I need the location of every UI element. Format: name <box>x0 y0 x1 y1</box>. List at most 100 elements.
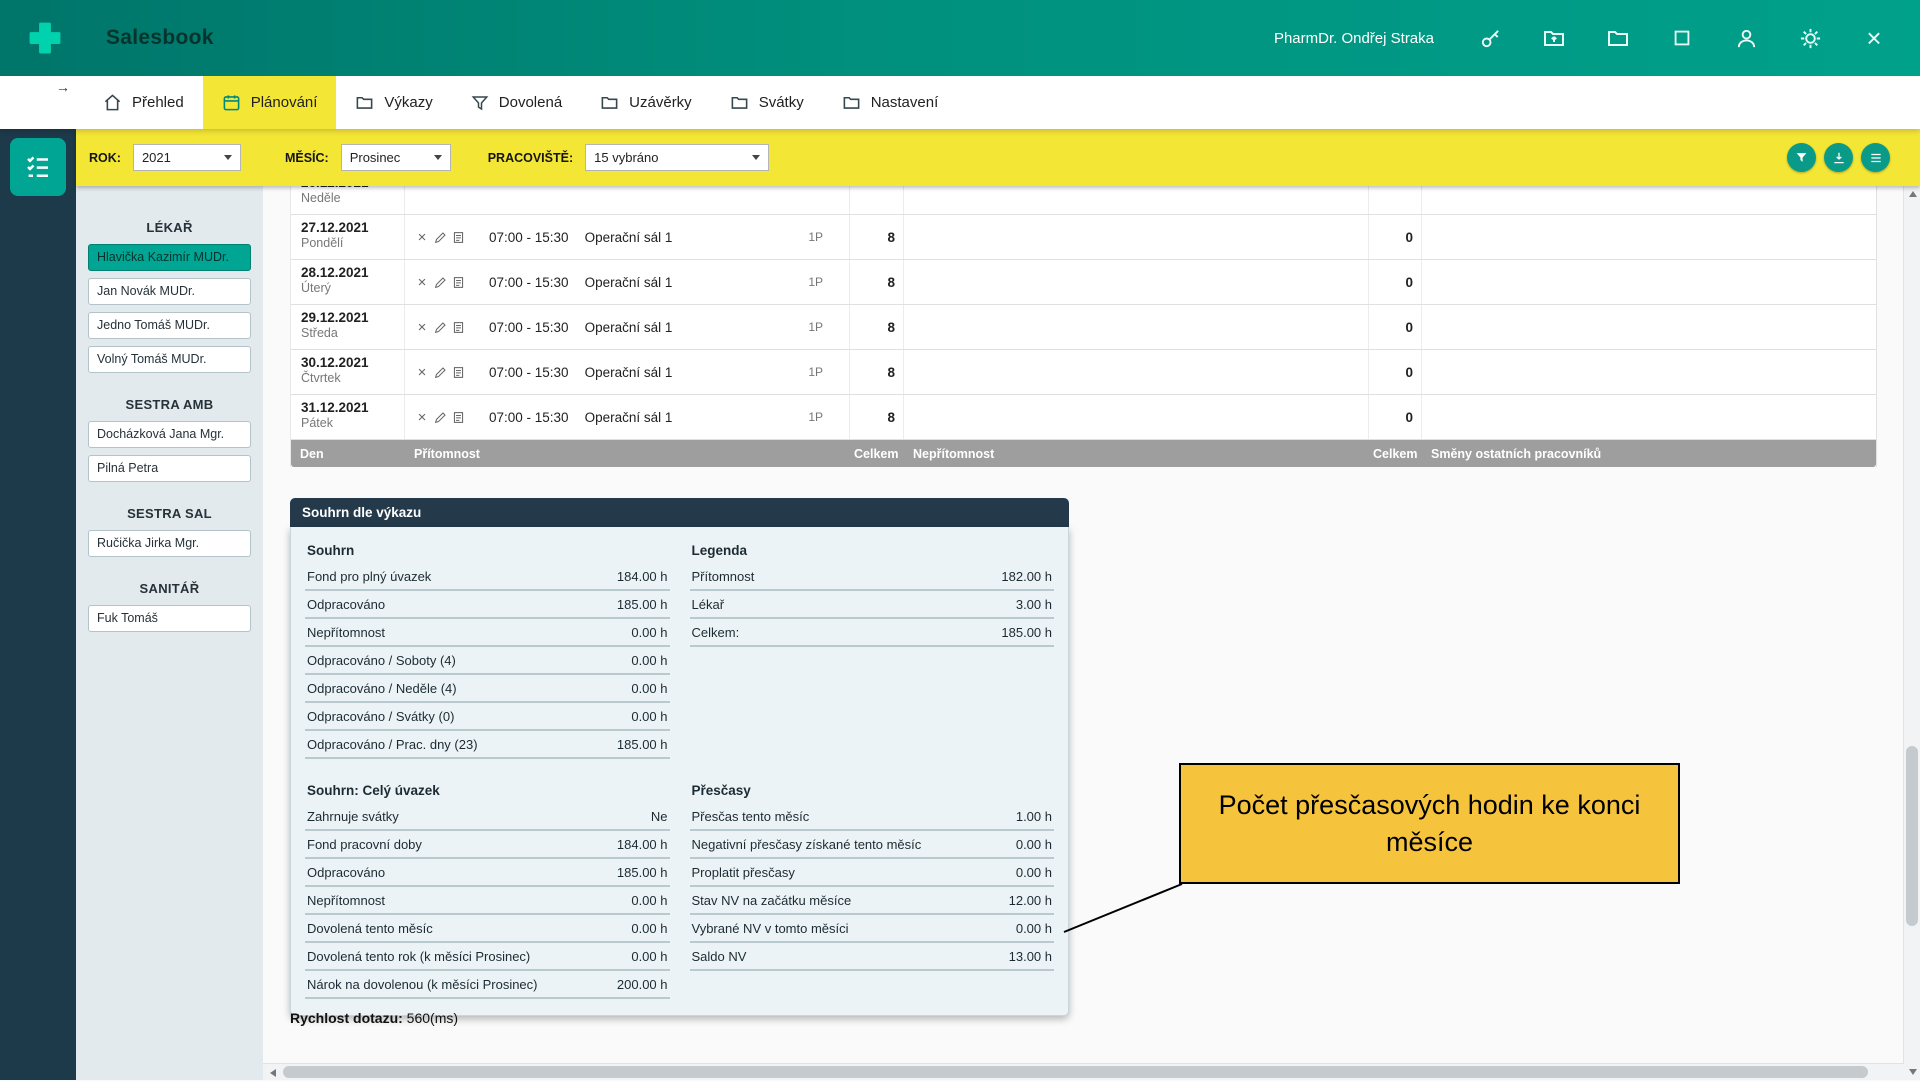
row-day: Pondělí <box>301 236 404 250</box>
key-icon[interactable] <box>1476 24 1504 52</box>
present-total: 8 <box>850 350 904 394</box>
note-icon[interactable] <box>449 411 467 424</box>
summary-row: Nepřítomnost0.00 h <box>305 619 670 647</box>
sidebar-item-person[interactable]: Volný Tomáš MUDr. <box>88 346 251 373</box>
delete-icon[interactable]: × <box>413 274 431 291</box>
column-header: Celkem <box>1369 447 1422 461</box>
folder-icon[interactable] <box>1604 24 1632 52</box>
filter-bar: ROK: 2021 MĚSÍC: Prosinec PRACOVIŠTĚ: 15… <box>76 129 1920 186</box>
table-footer-header: Den Přítomnost Celkem Nepřítomnost Celke… <box>291 440 1876 467</box>
filterbar-buttons <box>1787 143 1890 172</box>
summary-row: Celkem:185.00 h <box>690 619 1055 647</box>
group-header: LÉKAŘ <box>76 220 263 235</box>
note-icon[interactable] <box>449 366 467 379</box>
summary-row: Fond pro plný úvazek184.00 h <box>305 563 670 591</box>
menu-button[interactable] <box>1861 143 1890 172</box>
sidebar-item-person[interactable]: Fuk Tomáš <box>88 605 251 632</box>
summary-row: Dovolená tento měsíc0.00 h <box>305 915 670 943</box>
year-label: ROK: <box>89 151 121 165</box>
shift-tag: 1P <box>808 365 823 379</box>
tab-svatky[interactable]: Svátky <box>711 76 823 129</box>
summary-row: Stav NV na začátku měsíce12.00 h <box>690 887 1055 915</box>
shift-tag: 1P <box>808 410 823 424</box>
tab-dovolena[interactable]: Dovolená <box>452 76 581 129</box>
note-icon[interactable] <box>449 231 467 244</box>
month-select[interactable]: Prosinec <box>341 144 451 171</box>
sidebar-item-person[interactable]: Hlavička Kazimír MUDr. <box>88 244 251 271</box>
summary-souhrn-column: Souhrn Fond pro plný úvazek184.00 h Odpr… <box>305 537 670 759</box>
tab-nastaveni[interactable]: Nastavení <box>823 76 958 129</box>
group-header: SESTRA SAL <box>76 506 263 521</box>
nav-tabs: Přehled Plánování Výkazy Dovolená Uzávěr… <box>84 76 957 129</box>
delete-icon[interactable]: × <box>413 229 431 246</box>
workplace-select[interactable]: 15 vybráno <box>585 144 769 171</box>
summary-row: Přítomnost182.00 h <box>690 563 1055 591</box>
present-total: 8 <box>850 395 904 439</box>
shift-time: 07:00 - 15:30 <box>489 410 569 425</box>
edit-icon[interactable] <box>431 321 449 334</box>
tab-prehled[interactable]: Přehled <box>84 76 203 129</box>
row-date: 31.12.2021 <box>301 400 404 415</box>
summary-panel-title: Souhrn dle výkazu <box>290 498 1069 527</box>
sidebar-item-person[interactable]: Jan Novák MUDr. <box>88 278 251 305</box>
summary-row: Zahrnuje svátkyNe <box>305 803 670 831</box>
filter-button[interactable] <box>1787 143 1816 172</box>
sidebar-item-person[interactable]: Jedno Tomáš MUDr. <box>88 312 251 339</box>
tasklist-icon <box>23 152 53 182</box>
delete-icon[interactable]: × <box>413 409 431 426</box>
close-icon[interactable]: × <box>1860 24 1888 52</box>
shift-time: 07:00 - 15:30 <box>489 275 569 290</box>
vertical-scroll-thumb[interactable] <box>1906 746 1918 926</box>
row-date: 30.12.2021 <box>301 355 404 370</box>
expand-arrow-icon[interactable]: → <box>56 79 70 95</box>
summary-row: Nepřítomnost0.00 h <box>305 887 670 915</box>
folder-export-icon[interactable] <box>1540 24 1568 52</box>
row-date: 28.12.2021 <box>301 265 404 280</box>
horizontal-scrollbar[interactable] <box>263 1063 1904 1080</box>
present-total: 8 <box>850 260 904 304</box>
summary-row: Saldo NV13.00 h <box>690 943 1055 971</box>
download-button[interactable] <box>1824 143 1853 172</box>
shift-time: 07:00 - 15:30 <box>489 230 569 245</box>
app-logo-icon <box>26 19 64 57</box>
edit-icon[interactable] <box>431 276 449 289</box>
shift-time: 07:00 - 15:30 <box>489 320 569 335</box>
tab-vykazy[interactable]: Výkazy <box>336 76 451 129</box>
vertical-scrollbar[interactable] <box>1903 186 1920 1080</box>
row-day: Středa <box>301 326 404 340</box>
absent-total: 0 <box>1369 395 1422 439</box>
folder-icon <box>842 93 861 112</box>
summary-row: Odpracováno185.00 h <box>305 591 670 619</box>
note-icon[interactable] <box>449 321 467 334</box>
sidebar-item-person[interactable]: Ručička Jirka Mgr. <box>88 530 251 557</box>
sidebar-item-person[interactable]: Pilná Petra <box>88 455 251 482</box>
delete-icon[interactable]: × <box>413 364 431 381</box>
tab-planovani[interactable]: Plánování <box>203 76 337 129</box>
chevron-down-icon <box>434 155 442 160</box>
horizontal-scroll-thumb[interactable] <box>283 1066 1868 1078</box>
column-header: Den <box>291 447 405 461</box>
summary-row: Odpracováno / Svátky (0)0.00 h <box>305 703 670 731</box>
edit-icon[interactable] <box>431 231 449 244</box>
tab-uzaverky[interactable]: Uzávěrky <box>581 76 711 129</box>
summary-row: Proplatit přesčasy0.00 h <box>690 859 1055 887</box>
sidebar-item-person[interactable]: Docházková Jana Mgr. <box>88 421 251 448</box>
shift-list-toggle[interactable] <box>10 138 66 196</box>
scroll-up-arrow[interactable] <box>1904 186 1920 202</box>
window-icon[interactable] <box>1668 24 1696 52</box>
scroll-left-arrow[interactable] <box>265 1064 281 1081</box>
scroll-down-arrow[interactable] <box>1904 1064 1920 1080</box>
edit-icon[interactable] <box>431 411 449 424</box>
year-select[interactable]: 2021 <box>133 144 241 171</box>
edit-icon[interactable] <box>431 366 449 379</box>
topbar-right: PharmDr. Ondřej Straka × <box>1274 24 1888 52</box>
download-icon <box>1832 151 1846 165</box>
user-icon[interactable] <box>1732 24 1760 52</box>
delete-icon[interactable]: × <box>413 319 431 336</box>
note-icon[interactable] <box>449 276 467 289</box>
user-name: PharmDr. Ondřej Straka <box>1274 30 1434 47</box>
section-title: Přesčasy <box>690 777 1055 803</box>
folder-icon <box>355 93 374 112</box>
settings-icon[interactable] <box>1796 24 1824 52</box>
column-header: Nepřítomnost <box>904 447 1369 461</box>
